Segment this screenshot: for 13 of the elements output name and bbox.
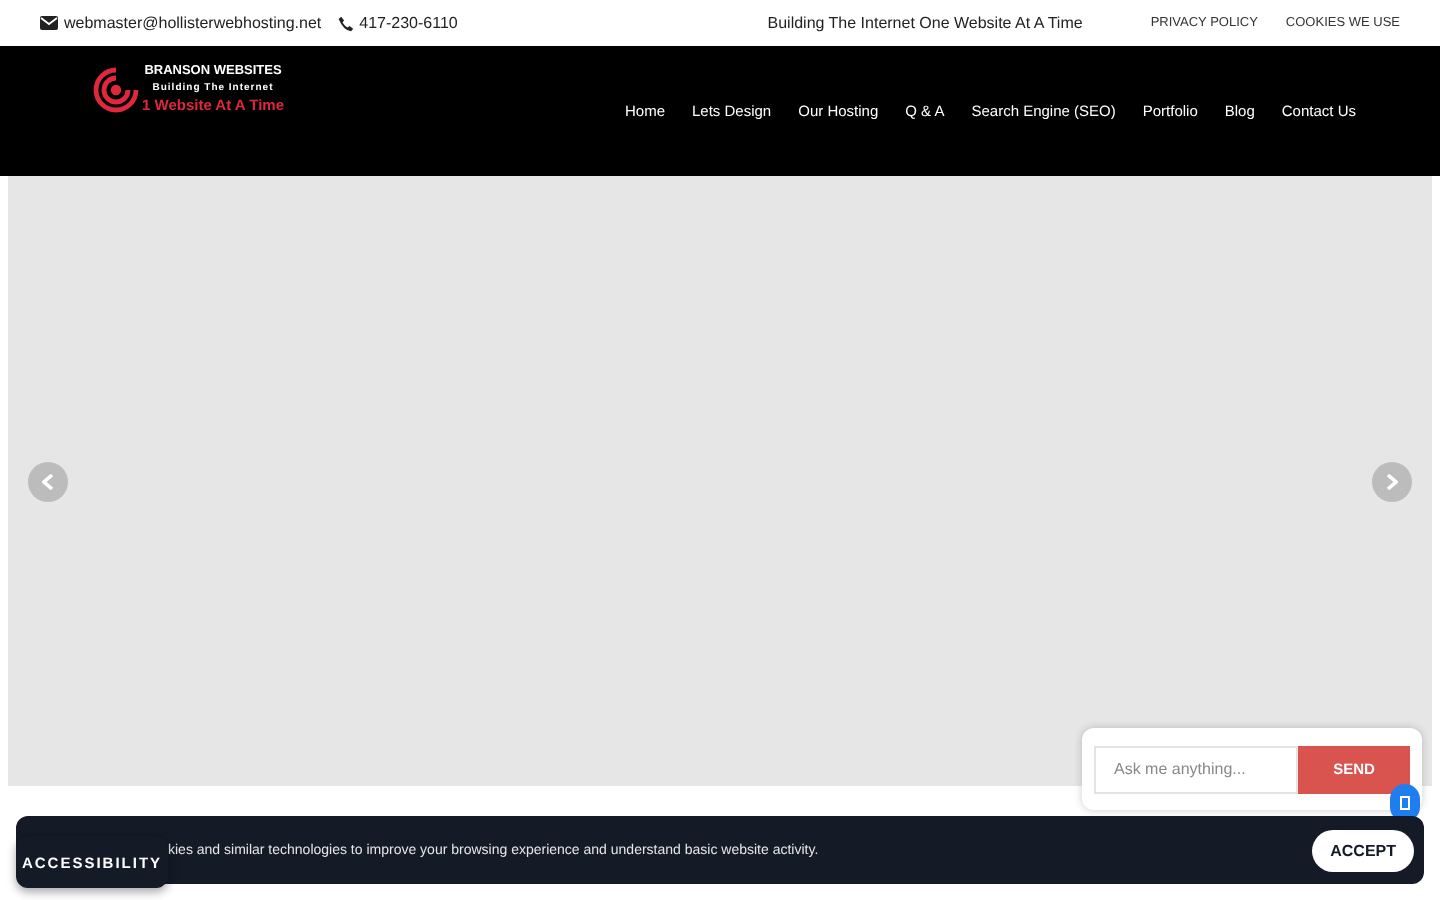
phone-number[interactable]: 417-230-6110: [359, 14, 458, 32]
email-link[interactable]: webmaster@hollisterwebhosting.net: [64, 14, 322, 32]
chevron-right-icon: [1386, 473, 1398, 489]
next-button[interactable]: [1372, 461, 1412, 501]
chevron-left-icon: [42, 473, 54, 489]
square-icon: [1400, 796, 1410, 810]
logo-swirl-icon: [92, 64, 140, 116]
previous-button[interactable]: [28, 461, 68, 501]
chat-input[interactable]: Ask me anything...: [1094, 745, 1298, 793]
phone-icon: [337, 15, 354, 31]
mail-icon: [40, 16, 58, 30]
tagline: Building The Internet One Website At A Time: [767, 14, 1083, 32]
accept-button[interactable]: ACCEPT: [1312, 829, 1414, 871]
